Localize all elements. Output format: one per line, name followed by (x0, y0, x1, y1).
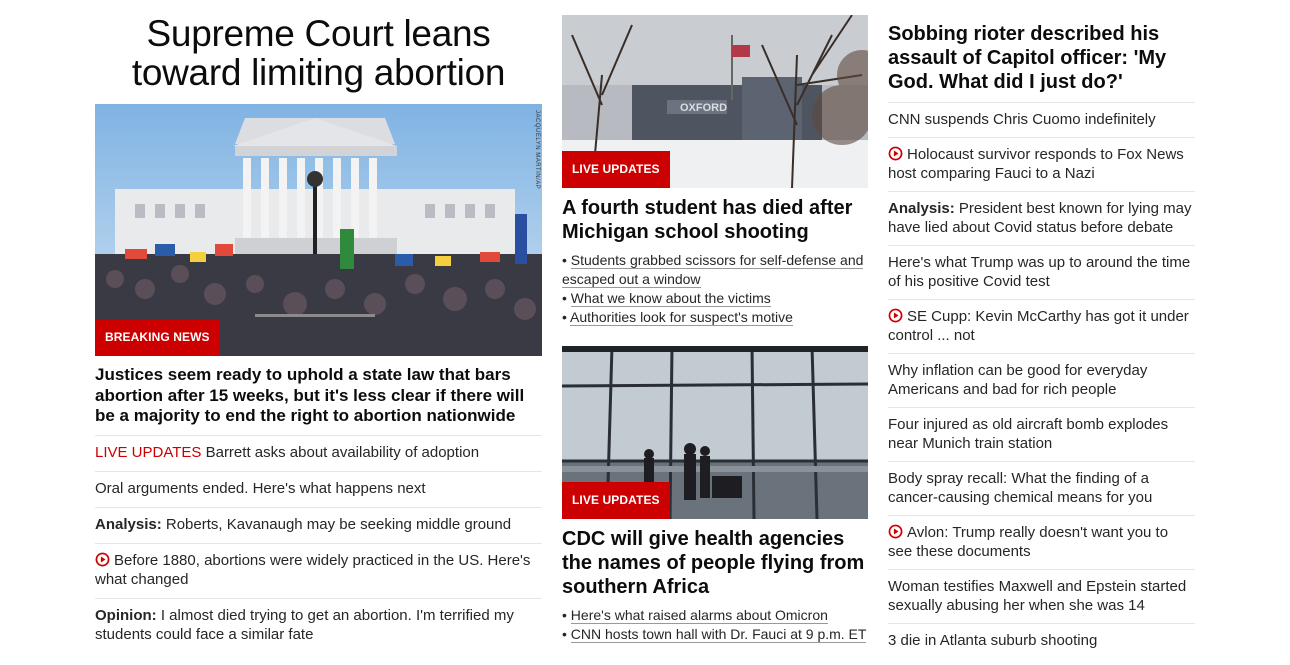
play-circle-icon (95, 552, 110, 566)
list-item[interactable]: Analysis: Roberts, Kavanaugh may be seek… (95, 506, 542, 543)
list-item[interactable]: Before 1880, abortions were widely pract… (95, 542, 542, 598)
bullet-item[interactable]: • What we know about the victims (562, 289, 868, 308)
story-bullets: • Here's what raised alarms about Omicro… (562, 606, 868, 644)
headlines-list: CNN suspends Chris Cuomo indefinitely Ho… (888, 102, 1195, 658)
play-circle-icon (888, 308, 903, 323)
main-story-column: Supreme Court leans toward limiting abor… (95, 0, 542, 653)
list-item-text: I almost died trying to get an abortion.… (95, 606, 514, 643)
list-item-text: Woman testifies Maxwell and Epstein star… (888, 578, 1187, 614)
list-item-text: Roberts, Kavanaugh may be seeking middle… (165, 515, 512, 533)
bullet-link[interactable]: What we know about the victims (570, 290, 771, 307)
play-circle-icon (888, 524, 903, 539)
list-item-text: Before 1880, abortions were widely pract… (95, 551, 531, 588)
list-item[interactable]: Body spray recall: What the finding of a… (888, 461, 1195, 515)
list-item[interactable]: Here's what Trump was up to around the t… (888, 245, 1195, 299)
main-subheadline[interactable]: Justices seem ready to uphold a state la… (95, 365, 542, 427)
analysis-label: Analysis: (95, 515, 162, 533)
list-item-text: 3 die in Atlanta suburb shooting (888, 632, 1098, 649)
opinion-label: Opinion: (95, 606, 157, 624)
list-item-text: SE Cupp: Kevin McCarthy has got it under… (888, 308, 1189, 344)
list-item[interactable]: Oral arguments ended. Here's what happen… (95, 470, 542, 507)
side-headline[interactable]: Sobbing rioter described his assault of … (888, 22, 1195, 102)
list-item[interactable]: Four injured as old aircraft bomb explod… (888, 407, 1195, 461)
photo-credit: JACQUELYN MARTIN/AP (534, 110, 540, 190)
list-item-text: Why inflation can be good for everyday A… (888, 362, 1148, 398)
list-item-text: Four injured as old aircraft bomb explod… (888, 416, 1169, 452)
list-item-text: Body spray recall: What the finding of a… (888, 470, 1153, 506)
list-item[interactable]: Analysis: President best known for lying… (888, 191, 1195, 245)
story-bullets: • Students grabbed scissors for self-def… (562, 251, 868, 327)
bullet-link[interactable]: Students grabbed scissors for self-defen… (562, 252, 864, 288)
list-item[interactable]: Avlon: Trump really doesn't want you to … (888, 515, 1195, 569)
list-item-text: Barrett asks about availability of adopt… (205, 443, 480, 461)
bullet-item[interactable]: • Authorities look for suspect's motive (562, 308, 868, 327)
live-updates-badge: LIVE UPDATES (562, 151, 670, 188)
headlines-column: Sobbing rioter described his assault of … (888, 0, 1195, 658)
list-item-text: Avlon: Trump really doesn't want you to … (888, 524, 1169, 560)
school-sign-text: OXFORD (680, 102, 727, 114)
story-headline[interactable]: A fourth student has died after Michigan… (562, 196, 868, 244)
live-updates-label: LIVE UPDATES (95, 443, 202, 461)
list-item[interactable]: Woman testifies Maxwell and Epstein star… (888, 569, 1195, 623)
bullet-link[interactable]: Here's what raised alarms about Omicron (570, 607, 828, 624)
list-item-text: Holocaust survivor responds to Fox News … (888, 146, 1184, 182)
bullet-link[interactable]: Authorities look for suspect's motive (570, 309, 793, 326)
story-image[interactable]: LIVE UPDATES (562, 346, 868, 519)
main-related-list: LIVE UPDATES Barrett asks about availabi… (95, 434, 542, 653)
main-headline[interactable]: Supreme Court leans toward limiting abor… (95, 14, 542, 92)
list-item-text: Oral arguments ended. Here's what happen… (95, 479, 426, 497)
list-item[interactable]: SE Cupp: Kevin McCarthy has got it under… (888, 299, 1195, 353)
story-headline[interactable]: CDC will give health agencies the names … (562, 527, 868, 599)
list-item[interactable]: LIVE UPDATES Barrett asks about availabi… (95, 434, 542, 471)
list-item[interactable]: 3 die in Atlanta suburb shooting (888, 623, 1195, 658)
list-item[interactable]: Why inflation can be good for everyday A… (888, 353, 1195, 407)
list-item[interactable]: Holocaust survivor responds to Fox News … (888, 137, 1195, 191)
analysis-label: Analysis: (888, 200, 955, 217)
main-story-image[interactable]: JACQUELYN MARTIN/AP BREAKING NEWS (95, 104, 542, 356)
list-item[interactable]: Opinion: I almost died trying to get an … (95, 597, 542, 653)
list-item[interactable]: CNN suspends Chris Cuomo indefinitely (888, 102, 1195, 137)
play-circle-icon (888, 146, 903, 161)
live-updates-badge: LIVE UPDATES (562, 482, 670, 519)
bullet-item[interactable]: • CNN hosts town hall with Dr. Fauci at … (562, 625, 868, 644)
bullet-item[interactable]: • Students grabbed scissors for self-def… (562, 251, 868, 289)
story-image[interactable]: OXFORD LIVE UPDATES (562, 15, 868, 188)
bullet-item[interactable]: • Here's what raised alarms about Omicro… (562, 606, 868, 625)
list-item-text: CNN suspends Chris Cuomo indefinitely (888, 111, 1156, 128)
secondary-stories-column: OXFORD LIVE UPDATES A fourth student has… (562, 0, 868, 644)
bullet-link[interactable]: CNN hosts town hall with Dr. Fauci at 9 … (570, 626, 867, 643)
breaking-news-badge: BREAKING NEWS (95, 319, 220, 356)
list-item-text: Here's what Trump was up to around the t… (888, 254, 1191, 290)
